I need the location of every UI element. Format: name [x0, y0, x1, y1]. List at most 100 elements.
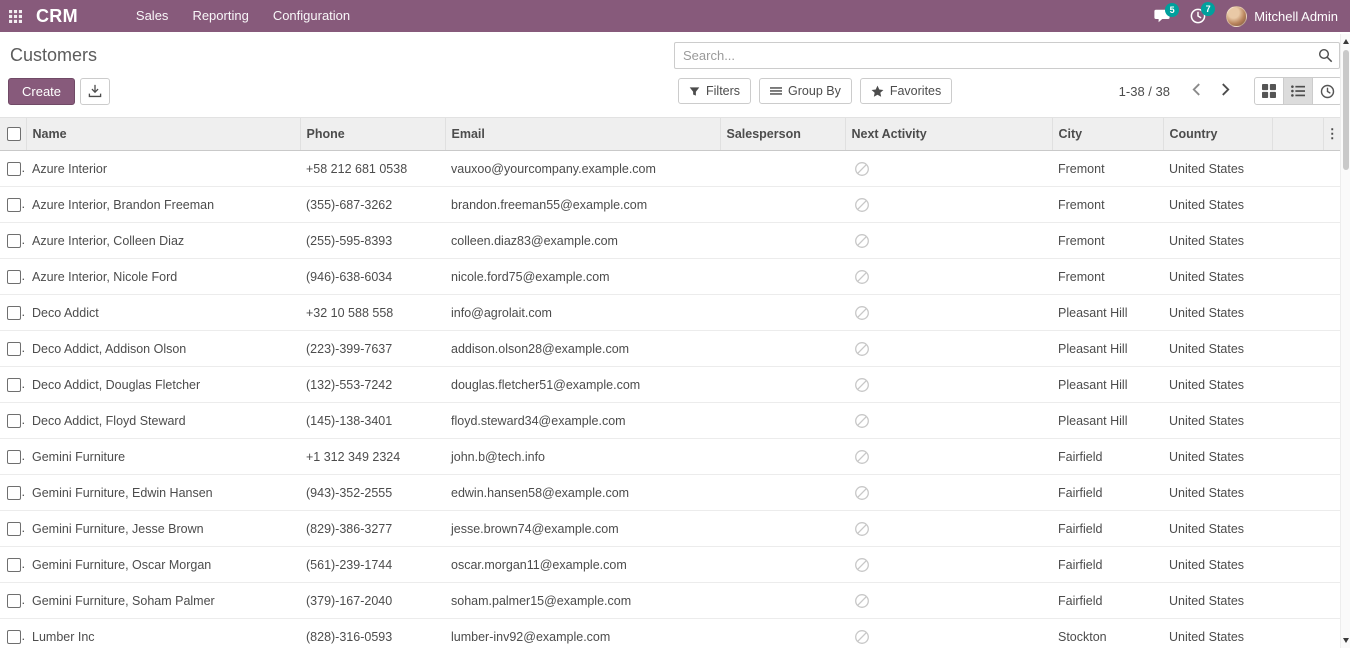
select-all-checkbox[interactable] [7, 127, 21, 141]
cell-phone[interactable]: +1 312 349 2324 [300, 439, 445, 475]
cell-salesperson[interactable] [720, 619, 845, 648]
cell-city[interactable]: Fairfield [1052, 547, 1163, 583]
cell-salesperson[interactable] [720, 367, 845, 403]
app-brand[interactable]: CRM [36, 6, 78, 27]
cell-phone[interactable]: (379)-167-2040 [300, 583, 445, 619]
cell-name[interactable]: Gemini Furniture, Oscar Morgan [26, 547, 300, 583]
scroll-up-arrow-icon[interactable] [1343, 39, 1349, 44]
cell-email[interactable]: oscar.morgan11@example.com [445, 547, 720, 583]
cell-phone[interactable]: (943)-352-2555 [300, 475, 445, 511]
cell-salesperson[interactable] [720, 547, 845, 583]
cell-next-activity[interactable] [845, 223, 1052, 259]
kanban-view-button[interactable] [1254, 77, 1284, 105]
row-checkbox[interactable] [7, 486, 21, 500]
row-checkbox[interactable] [7, 450, 21, 464]
optional-columns-toggle-icon[interactable]: ⋮ [1324, 126, 1342, 142]
row-checkbox[interactable] [7, 414, 21, 428]
next-activity-icon[interactable] [854, 305, 870, 321]
column-header-city[interactable]: City [1052, 118, 1163, 151]
column-header-name[interactable]: Name [26, 118, 300, 151]
cell-salesperson[interactable] [720, 403, 845, 439]
cell-country[interactable]: United States [1163, 439, 1272, 475]
row-checkbox[interactable] [7, 558, 21, 572]
cell-next-activity[interactable] [845, 583, 1052, 619]
cell-city[interactable]: Fremont [1052, 259, 1163, 295]
cell-country[interactable]: United States [1163, 151, 1272, 187]
cell-city[interactable]: Fremont [1052, 187, 1163, 223]
scroll-down-arrow-icon[interactable] [1343, 638, 1349, 643]
activities-button[interactable]: 7 [1190, 8, 1206, 24]
cell-name[interactable]: Azure Interior, Brandon Freeman [26, 187, 300, 223]
menu-configuration[interactable]: Configuration [263, 0, 360, 32]
cell-email[interactable]: lumber-inv92@example.com [445, 619, 720, 648]
row-checkbox[interactable] [7, 270, 21, 284]
next-activity-icon[interactable] [854, 593, 870, 609]
cell-name[interactable]: Deco Addict [26, 295, 300, 331]
cell-name[interactable]: Azure Interior [26, 151, 300, 187]
cell-email[interactable]: nicole.ford75@example.com [445, 259, 720, 295]
cell-next-activity[interactable] [845, 151, 1052, 187]
cell-salesperson[interactable] [720, 511, 845, 547]
cell-city[interactable]: Pleasant Hill [1052, 367, 1163, 403]
table-row[interactable]: Deco Addict, Floyd Steward (145)-138-340… [0, 403, 1341, 439]
cell-salesperson[interactable] [720, 439, 845, 475]
cell-next-activity[interactable] [845, 367, 1052, 403]
search-input[interactable] [674, 42, 1340, 69]
row-checkbox[interactable] [7, 306, 21, 320]
cell-next-activity[interactable] [845, 295, 1052, 331]
next-activity-icon[interactable] [854, 233, 870, 249]
cell-city[interactable]: Stockton [1052, 619, 1163, 648]
row-checkbox[interactable] [7, 378, 21, 392]
next-activity-icon[interactable] [854, 413, 870, 429]
apps-menu-button[interactable] [0, 0, 30, 32]
cell-country[interactable]: United States [1163, 187, 1272, 223]
cell-city[interactable]: Fremont [1052, 151, 1163, 187]
table-row[interactable]: Gemini Furniture, Oscar Morgan (561)-239… [0, 547, 1341, 583]
cell-phone[interactable]: (829)-386-3277 [300, 511, 445, 547]
next-activity-icon[interactable] [854, 269, 870, 285]
cell-email[interactable]: jesse.brown74@example.com [445, 511, 720, 547]
cell-country[interactable]: United States [1163, 403, 1272, 439]
cell-country[interactable]: United States [1163, 511, 1272, 547]
pager-next-button[interactable] [1213, 79, 1238, 103]
cell-city[interactable]: Fairfield [1052, 439, 1163, 475]
column-header-country[interactable]: Country [1163, 118, 1272, 151]
cell-name[interactable]: Lumber Inc [26, 619, 300, 648]
cell-name[interactable]: Azure Interior, Nicole Ford [26, 259, 300, 295]
column-header-email[interactable]: Email [445, 118, 720, 151]
cell-city[interactable]: Fremont [1052, 223, 1163, 259]
cell-salesperson[interactable] [720, 295, 845, 331]
cell-phone[interactable]: (828)-316-0593 [300, 619, 445, 648]
table-row[interactable]: Gemini Furniture, Edwin Hansen (943)-352… [0, 475, 1341, 511]
cell-email[interactable]: douglas.fletcher51@example.com [445, 367, 720, 403]
table-row[interactable]: Gemini Furniture, Jesse Brown (829)-386-… [0, 511, 1341, 547]
group-by-button[interactable]: Group By [759, 78, 852, 104]
cell-name[interactable]: Gemini Furniture, Jesse Brown [26, 511, 300, 547]
cell-phone[interactable]: (946)-638-6034 [300, 259, 445, 295]
cell-next-activity[interactable] [845, 547, 1052, 583]
cell-name[interactable]: Gemini Furniture, Soham Palmer [26, 583, 300, 619]
row-checkbox[interactable] [7, 522, 21, 536]
activity-view-button[interactable] [1312, 77, 1342, 105]
menu-reporting[interactable]: Reporting [182, 0, 258, 32]
cell-country[interactable]: United States [1163, 619, 1272, 648]
next-activity-icon[interactable] [854, 197, 870, 213]
table-row[interactable]: Azure Interior, Colleen Diaz (255)-595-8… [0, 223, 1341, 259]
table-row[interactable]: Deco Addict +32 10 588 558 info@agrolait… [0, 295, 1341, 331]
cell-next-activity[interactable] [845, 403, 1052, 439]
cell-salesperson[interactable] [720, 259, 845, 295]
cell-email[interactable]: brandon.freeman55@example.com [445, 187, 720, 223]
cell-next-activity[interactable] [845, 475, 1052, 511]
table-row[interactable]: Deco Addict, Addison Olson (223)-399-763… [0, 331, 1341, 367]
messages-button[interactable]: 5 [1154, 9, 1170, 23]
cell-city[interactable]: Pleasant Hill [1052, 331, 1163, 367]
cell-phone[interactable]: (132)-553-7242 [300, 367, 445, 403]
filters-button[interactable]: Filters [678, 78, 751, 104]
table-row[interactable]: Gemini Furniture +1 312 349 2324 john.b@… [0, 439, 1341, 475]
cell-country[interactable]: United States [1163, 475, 1272, 511]
next-activity-icon[interactable] [854, 629, 870, 645]
create-button[interactable]: Create [8, 78, 75, 105]
cell-city[interactable]: Pleasant Hill [1052, 295, 1163, 331]
row-checkbox[interactable] [7, 342, 21, 356]
cell-email[interactable]: addison.olson28@example.com [445, 331, 720, 367]
